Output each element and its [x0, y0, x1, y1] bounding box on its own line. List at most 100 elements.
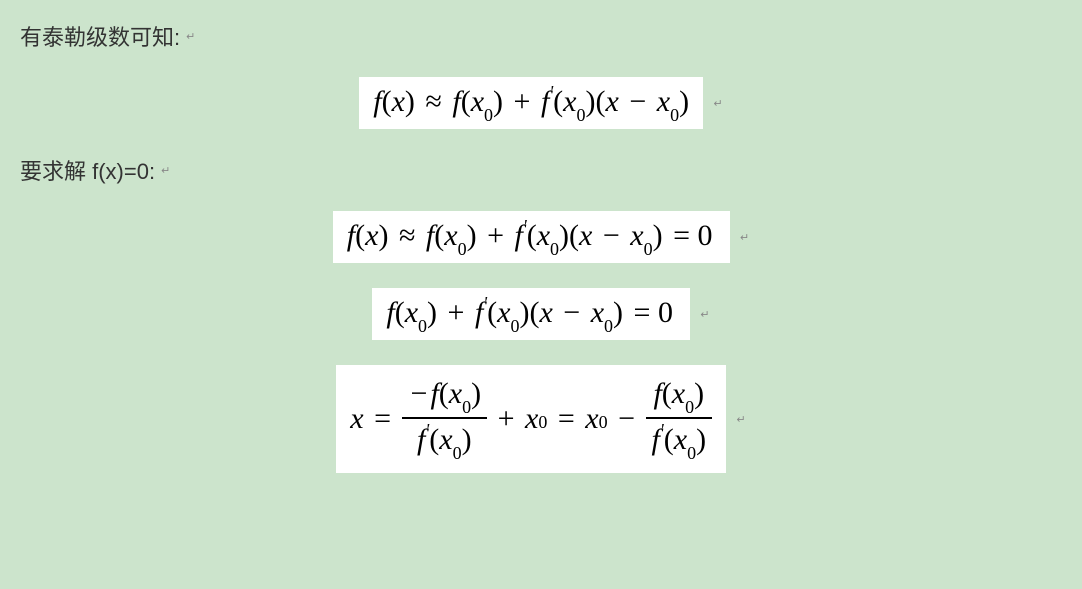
- eq4-sub2: 0: [453, 443, 462, 463]
- eq4-frac2-num: f(x0): [646, 377, 713, 419]
- equation-2: f(x) ≈ f(x0) + f'(x0)(x − x0) = 0: [333, 211, 730, 263]
- eq4-x0f: x: [674, 423, 687, 456]
- equation-row-3: f(x0) + f'(x0)(x − x0) = 0 ↵: [20, 288, 1062, 340]
- eq3-lp3: (: [487, 296, 497, 329]
- eq4-sub6: 0: [687, 443, 696, 463]
- text-line-2: 要求解 f(x)=0: ↵: [20, 154, 1062, 186]
- eq3-x3: x: [539, 296, 552, 329]
- eq2-sub2: 0: [550, 239, 559, 259]
- text-line-1: 有泰勒级数可知: ↵: [20, 20, 1062, 52]
- eq1-lp4: (: [596, 85, 606, 118]
- eq2-x0b: x: [537, 219, 550, 252]
- eq2-lp4: (: [569, 219, 579, 252]
- eq4-frac2: f(x0) f'(x0): [646, 377, 713, 461]
- eq4-sub1: 0: [462, 397, 471, 417]
- eq3-sub1: 0: [418, 316, 427, 336]
- eq4-frac2-den: f'(x0): [646, 419, 713, 461]
- eq3-f2: f: [386, 296, 394, 329]
- eq1-x1: x: [392, 85, 405, 118]
- eq3-plus: +: [445, 296, 468, 329]
- eq2-x3: x: [579, 219, 592, 252]
- eq2-rp2: ): [467, 219, 477, 252]
- eq2-lp2: (: [434, 219, 444, 252]
- equation-4: x = −f(x0) f'(x0) + x0 = x0 − f(x0) f'(x…: [336, 365, 726, 473]
- eq4-lp4: (: [664, 423, 674, 456]
- equation-row-2: f(x) ≈ f(x0) + f'(x0)(x − x0) = 0 ↵: [20, 211, 1062, 263]
- eq2-rp1: ): [378, 219, 388, 252]
- eq3-rp4: ): [613, 296, 623, 329]
- eq1-sub2: 0: [577, 105, 586, 125]
- eq1-rp4: ): [679, 85, 689, 118]
- eq1-prime: ': [549, 82, 553, 102]
- eq4-minus: −: [615, 402, 638, 435]
- eq2-x1: x: [365, 219, 378, 252]
- eq4-x: x: [350, 402, 363, 435]
- eq1-rp2: ): [493, 85, 503, 118]
- eq1-lp2: (: [461, 85, 471, 118]
- eq4-x0d: x: [585, 402, 598, 435]
- eq1-x3: x: [606, 85, 619, 118]
- eq1-minus: −: [626, 85, 649, 118]
- eq4-lp3: (: [662, 377, 672, 410]
- eq3-x0c: x: [591, 296, 604, 329]
- eq1-f: f: [373, 85, 381, 118]
- eq1-lp3: (: [553, 85, 563, 118]
- para-mark-icon-eq3: ↵: [700, 308, 709, 321]
- eq4-x0b: x: [439, 423, 452, 456]
- eq4-sub3: 0: [538, 412, 547, 432]
- eq4-rp2: ): [462, 423, 472, 456]
- para-mark-icon-eq1: ↵: [714, 97, 723, 110]
- eq4-plus: +: [495, 402, 518, 435]
- eq1-x0b: x: [563, 85, 576, 118]
- eq2-lp1: (: [355, 219, 365, 252]
- eq1-sub3: 0: [670, 105, 679, 125]
- eq3-lp4: (: [529, 296, 539, 329]
- eq4-f4: f: [652, 423, 660, 456]
- eq3-x0b: x: [497, 296, 510, 329]
- eq2-lp3: (: [527, 219, 537, 252]
- eq4-rp4: ): [696, 423, 706, 456]
- eq4-frac1-num: −f(x0): [402, 377, 488, 419]
- eq2-sub3: 0: [644, 239, 653, 259]
- eq2-plus: +: [484, 219, 507, 252]
- eq1-plus: +: [511, 85, 534, 118]
- eq2-x0c: x: [630, 219, 643, 252]
- eq4-frac1: −f(x0) f'(x0): [402, 377, 488, 461]
- eq1-rp3: ): [586, 85, 596, 118]
- eq3-sub2: 0: [510, 316, 519, 336]
- eq3-sub3: 0: [604, 316, 613, 336]
- eq2-eqzero: = 0: [670, 219, 715, 252]
- line2-text: 要求解 f(x)=0:: [20, 154, 155, 186]
- eq4-rp1: ): [471, 377, 481, 410]
- eq4-eq2: =: [555, 402, 578, 435]
- eq2-approx: ≈: [396, 219, 418, 252]
- equation-3: f(x0) + f'(x0)(x − x0) = 0: [372, 288, 690, 340]
- eq3-prime: ': [483, 293, 487, 313]
- eq4-sub4: 0: [599, 412, 608, 432]
- eq1-sub1: 0: [484, 105, 493, 125]
- eq1-x0c: x: [657, 85, 670, 118]
- eq2-rp4: ): [653, 219, 663, 252]
- equation-1: f(x) ≈ f(x0) + f'(x0)(x − x0): [359, 77, 703, 129]
- eq4-x0c: x: [525, 402, 538, 435]
- eq4-sub5: 0: [685, 397, 694, 417]
- eq2-sub1: 0: [458, 239, 467, 259]
- eq1-rp1: ): [405, 85, 415, 118]
- para-mark-icon: ↵: [186, 30, 195, 43]
- eq1-f2: f: [452, 85, 460, 118]
- equation-row-1: f(x) ≈ f(x0) + f'(x0)(x − x0) ↵: [20, 77, 1062, 129]
- eq4-prime2: ': [660, 420, 664, 440]
- eq4-rp3: ): [694, 377, 704, 410]
- eq1-x0a: x: [471, 85, 484, 118]
- para-mark-icon-eq2: ↵: [740, 231, 749, 244]
- eq3-eqzero: = 0: [631, 296, 676, 329]
- eq3-rp2: ): [427, 296, 437, 329]
- para-mark-icon-eq4: ↵: [737, 413, 746, 426]
- eq4-prime1: ': [425, 420, 429, 440]
- eq4-frac1-den: f'(x0): [402, 419, 488, 461]
- eq2-f2: f: [426, 219, 434, 252]
- eq3-rp3: ): [519, 296, 529, 329]
- eq4-f3: f: [653, 377, 661, 410]
- eq1-lp1: (: [382, 85, 392, 118]
- eq4-neg: −: [408, 377, 431, 410]
